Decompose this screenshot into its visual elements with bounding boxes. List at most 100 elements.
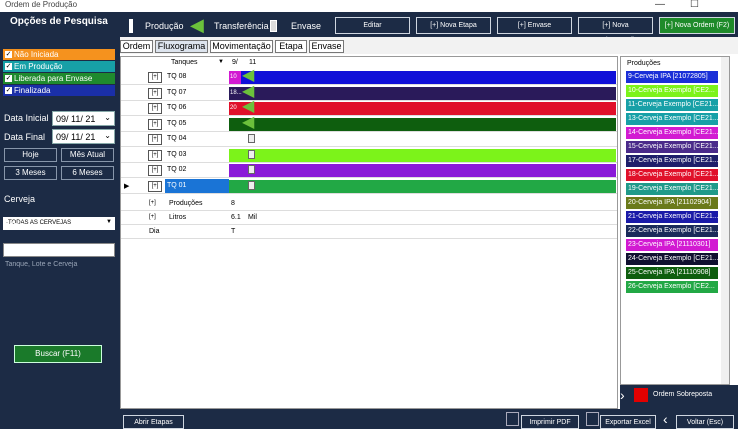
production-cell[interactable]: [229, 117, 241, 131]
chevron-down-icon[interactable]: ⌄: [104, 113, 111, 122]
checkbox-icon[interactable]: ✓: [5, 63, 12, 70]
current-month-button[interactable]: Mês Atual: [61, 148, 114, 162]
production-list-item[interactable]: 20-Cerveja IPA [21102904]: [626, 197, 718, 209]
production-list-item[interactable]: 14-Cerveja Exemplo [CE21...: [626, 127, 718, 139]
tank-name: TQ 01: [165, 178, 229, 193]
window-titlebar: Ordem de Produção — ☐: [0, 0, 738, 12]
production-list-item[interactable]: 13-Cerveja Exemplo [CE21...: [626, 113, 718, 125]
expand-button[interactable]: [+]: [148, 118, 162, 130]
search-button[interactable]: Buscar (F11): [14, 345, 102, 363]
minimize-icon[interactable]: —: [655, 0, 665, 10]
tab-ordem[interactable]: Ordem: [120, 40, 153, 53]
three-months-button[interactable]: 3 Meses: [4, 166, 57, 180]
open-stages-button[interactable]: Abrir Etapas: [123, 415, 184, 429]
production-list-item[interactable]: 26-Cerveja Exemplo [CE2...: [626, 281, 718, 293]
expand-button[interactable]: [+]: [148, 165, 162, 176]
today-button[interactable]: Hoje: [4, 148, 57, 162]
chevron-right-icon[interactable]: ›: [620, 387, 625, 403]
expand-button[interactable]: [+]: [148, 180, 162, 192]
status-filter-0[interactable]: ✓ Não Iniciada: [3, 49, 115, 60]
tank-row[interactable]: [+] TQ 08 10 ◀: [121, 68, 617, 85]
expand-button[interactable]: [+]: [148, 134, 162, 145]
tab-movimentacao[interactable]: Movimentação: [210, 40, 273, 53]
chevron-down-icon[interactable]: ⌄: [104, 131, 111, 140]
production-bar[interactable]: [229, 117, 616, 131]
productions-scrollbar[interactable]: [721, 57, 729, 384]
production-list-item[interactable]: 10-Cerveja Exemplo [CE2...: [626, 85, 718, 97]
expand-button[interactable]: [+]: [148, 87, 162, 99]
tab-etapa[interactable]: Etapa: [275, 40, 307, 53]
tank-row[interactable]: ▶ [+] TQ 01: [121, 178, 617, 194]
transfer-arrow-icon[interactable]: ◀: [242, 99, 254, 115]
filter-input[interactable]: [3, 243, 115, 257]
bottling-icon[interactable]: [248, 149, 255, 159]
tanks-column-header[interactable]: Tanques: [171, 59, 197, 66]
print-pdf-button[interactable]: Imprimir PDF: [521, 415, 579, 429]
expand-button[interactable]: [+]: [148, 149, 162, 161]
production-list-item[interactable]: 18-Cerveja Exemplo [CE21...: [626, 169, 718, 181]
new-order-button[interactable]: [+] Nova Ordem (F2): [659, 17, 735, 34]
production-list-item[interactable]: 9-Cerveja IPA [21072805]: [626, 71, 718, 83]
expand-button[interactable]: [+]: [149, 214, 156, 220]
production-cell[interactable]: 10: [229, 71, 241, 84]
new-bottling-button[interactable]: [+] Envase: [497, 17, 572, 34]
sort-icon[interactable]: ▼: [218, 59, 224, 65]
bottling-icon[interactable]: [248, 134, 255, 143]
production-bar[interactable]: [229, 179, 616, 193]
date-start-field[interactable]: 09/ 11/ 21 ⌄: [52, 111, 115, 126]
bottling-icon[interactable]: [248, 180, 255, 190]
transfer-arrow-icon[interactable]: ◀: [242, 114, 254, 131]
production-bar[interactable]: [229, 71, 616, 84]
expand-button[interactable]: [+]: [149, 200, 156, 206]
six-months-button[interactable]: 6 Meses: [61, 166, 114, 180]
production-cell[interactable]: 18...: [229, 86, 242, 100]
tab-fluxograma[interactable]: Fluxograma: [155, 40, 208, 53]
maximize-icon[interactable]: ☐: [690, 0, 699, 10]
production-bar[interactable]: [229, 86, 616, 100]
new-movement-button[interactable]: [+] Nova Movimentação: [578, 17, 653, 44]
status-filter-1[interactable]: ✓ Em Produção: [3, 61, 115, 72]
production-list-item[interactable]: 25-Cerveja IPA [21110908]: [626, 267, 718, 279]
chevron-down-icon[interactable]: ▼: [106, 219, 112, 225]
date-column-header-1: 9/: [232, 59, 238, 66]
export-excel-button[interactable]: Exportar Excel: [600, 415, 656, 429]
collapse-left-icon[interactable]: ‹: [104, 424, 109, 440]
tank-row[interactable]: [+] TQ 07 18... ◀: [121, 83, 617, 101]
production-list-item[interactable]: 11-Cerveja Exemplo [CE21...: [626, 99, 718, 111]
production-list-item[interactable]: 23-Cerveja IPA [21110301]: [626, 239, 718, 251]
status-filter-2[interactable]: ✓ Liberada para Envase: [3, 73, 115, 84]
production-list-item[interactable]: 15-Cerveja Exemplo [CE21...: [626, 141, 718, 153]
expand-button[interactable]: [+]: [148, 72, 162, 83]
edit-button[interactable]: Editar: [335, 17, 410, 34]
production-bar[interactable]: [229, 164, 616, 177]
transfer-arrow-icon[interactable]: ◀: [242, 68, 254, 84]
production-list-item[interactable]: 24-Cerveja Exemplo [CE21...: [626, 253, 718, 265]
status-filter-3[interactable]: ✓ Finalizada: [3, 85, 115, 96]
checkbox-icon[interactable]: ✓: [5, 75, 12, 82]
date-end-field[interactable]: 09/ 11/ 21 ⌄: [52, 129, 115, 144]
tank-row[interactable]: [+] TQ 06 20 ◀: [121, 99, 617, 116]
production-list-item[interactable]: 17-Cerveja Exemplo [CE21...: [626, 155, 718, 167]
new-stage-button[interactable]: [+] Nova Etapa: [416, 17, 491, 34]
tank-row[interactable]: [+] TQ 04: [121, 132, 617, 147]
back-arrow-icon[interactable]: ‹: [663, 411, 668, 427]
production-bar[interactable]: [229, 102, 616, 115]
date-start-value: 09/ 11/ 21: [56, 114, 96, 124]
checkbox-icon[interactable]: ✓: [5, 87, 12, 94]
back-button[interactable]: Voltar (Esc): [676, 415, 734, 429]
production-list-item[interactable]: 21-Cerveja Exemplo [CE21...: [626, 211, 718, 223]
excel-icon: [586, 412, 599, 426]
checkbox-icon[interactable]: ✓: [5, 51, 12, 58]
filter-hint: Tanque, Lote e Cerveja: [5, 261, 78, 268]
tank-row[interactable]: [+] TQ 03: [121, 148, 617, 163]
summary-unit: Mil: [248, 214, 257, 221]
expand-button[interactable]: [+]: [148, 103, 162, 114]
tank-row[interactable]: [+] TQ 05 ◀: [121, 114, 617, 132]
production-cell[interactable]: 20: [229, 102, 241, 115]
production-bar[interactable]: [229, 148, 616, 162]
production-list-item[interactable]: 22-Cerveja Exemplo [CE21...: [626, 225, 718, 237]
production-list-item[interactable]: 19-Cerveja Exemplo [CE21...: [626, 183, 718, 195]
bottling-icon[interactable]: [248, 165, 255, 174]
tank-row[interactable]: [+] TQ 02: [121, 163, 617, 178]
tab-envase[interactable]: Envase: [309, 40, 344, 53]
